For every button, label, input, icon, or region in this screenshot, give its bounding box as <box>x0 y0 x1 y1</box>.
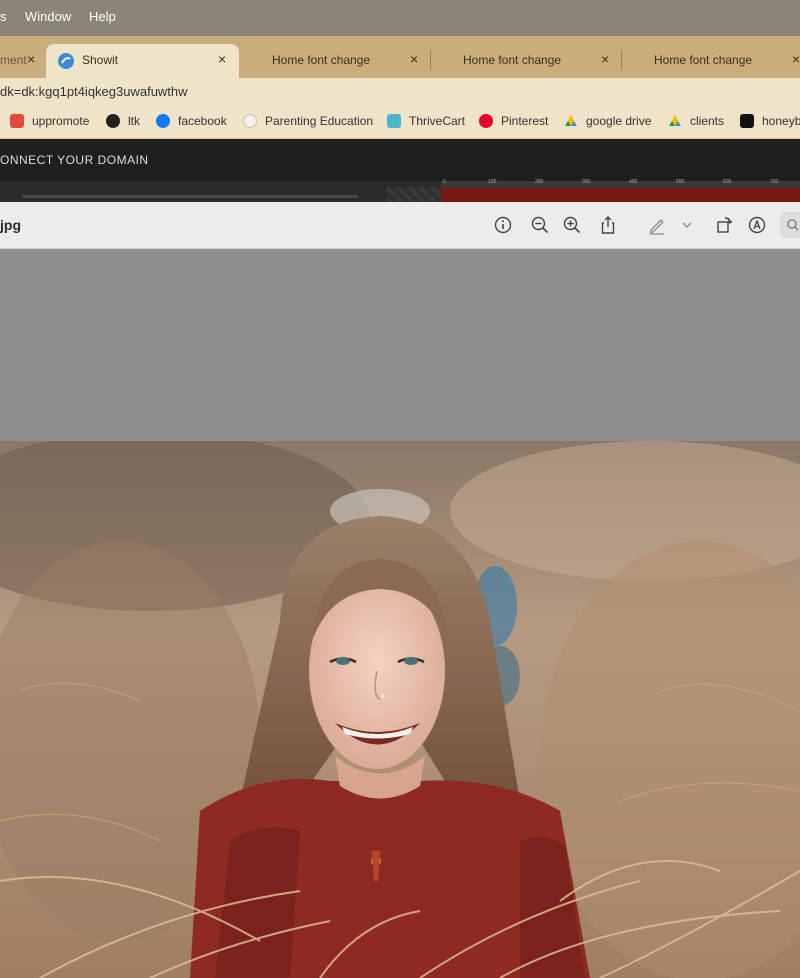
ltk-icon <box>106 114 120 128</box>
tab-label: Showit <box>82 53 119 67</box>
pinterest-icon <box>479 114 493 128</box>
connect-domain-link[interactable]: ONNECT YOUR DOMAIN <box>0 153 149 167</box>
tab-strip: ment × Showit × Home font change × Home … <box>0 36 800 78</box>
honeybook-icon <box>740 114 754 128</box>
bookmark-label: ltk <box>128 114 140 128</box>
bookmarks-bar: uppromote ltk facebook Parenting Educati… <box>0 106 800 139</box>
uppromote-icon <box>10 114 24 128</box>
zoom-in-icon[interactable] <box>561 214 583 236</box>
tab-label: ment <box>0 53 27 67</box>
info-icon[interactable] <box>492 214 514 236</box>
tab-partial[interactable]: ment × <box>0 44 46 78</box>
ruler-tick: 400 <box>629 179 638 185</box>
google-drive-icon <box>668 114 682 128</box>
portrait-photo <box>0 441 800 978</box>
ruler-tick: 500 <box>676 179 685 185</box>
canvas-preview <box>441 188 800 202</box>
ruler-tick: 700 <box>770 179 779 185</box>
tab-label: Home font change <box>272 53 371 67</box>
preview-background <box>0 249 800 441</box>
checkerboard <box>387 187 441 202</box>
share-icon[interactable] <box>597 214 619 236</box>
tab-close-icon[interactable]: × <box>410 51 418 67</box>
thrivecart-icon <box>387 114 401 128</box>
google-drive-icon <box>564 114 578 128</box>
bookmark-label: uppromote <box>32 114 90 128</box>
bookmark-label: honeyb <box>762 114 800 128</box>
canvas-strip: 0 100 200 300 400 500 600 700 <box>0 179 800 202</box>
bookmark-label: clients <box>690 114 725 128</box>
menu-item-partial[interactable]: s <box>0 9 7 24</box>
tab-close-icon[interactable]: × <box>27 51 35 67</box>
annotate-icon[interactable] <box>746 214 768 236</box>
tab-separator <box>621 50 622 70</box>
menu-bar: s Window Help <box>0 0 800 36</box>
preview-toolbar: jpg <box>0 202 800 249</box>
ruler-tick: 0 <box>443 179 446 185</box>
address-bar[interactable]: dk=dk:kgq1pt4iqkeg3uwafuwthw <box>0 78 800 106</box>
chevron-down-icon[interactable] <box>679 214 695 236</box>
tab-home-font-change[interactable]: Home font change × <box>640 44 800 78</box>
markup-pen-icon[interactable] <box>646 214 668 236</box>
ruler-tick: 600 <box>723 179 732 185</box>
tab-home-font-change[interactable]: Home font change × <box>258 44 428 78</box>
menu-item-window[interactable]: Window <box>25 9 71 24</box>
rotate-icon[interactable] <box>713 214 735 236</box>
tab-close-icon[interactable]: × <box>792 51 800 67</box>
parenting-education-icon <box>243 114 257 128</box>
tab-home-font-change[interactable]: Home font change × <box>449 44 619 78</box>
tab-close-icon[interactable]: × <box>601 51 609 67</box>
app-header: ONNECT YOUR DOMAIN <box>0 139 800 181</box>
bookmark-label: google drive <box>586 114 652 128</box>
tab-label: Home font change <box>463 53 562 67</box>
menu-item-help[interactable]: Help <box>89 9 116 24</box>
ruler-tick: 100 <box>488 179 497 185</box>
url-text[interactable]: dk=dk:kgq1pt4iqkeg3uwafuwthw <box>0 84 188 99</box>
file-name: jpg <box>0 217 21 233</box>
facebook-icon <box>156 114 170 128</box>
bookmark-label: ThriveCart <box>409 114 466 128</box>
ruler-tick: 200 <box>535 179 544 185</box>
search-icon <box>786 218 800 237</box>
panel-bar <box>22 195 358 198</box>
bookmark-label: Pinterest <box>501 114 549 128</box>
ruler-tick: 300 <box>582 179 591 185</box>
showit-icon <box>58 53 74 69</box>
bookmark-label: Parenting Education <box>265 114 374 128</box>
zoom-out-icon[interactable] <box>529 214 551 236</box>
ruler: 0 100 200 300 400 500 600 700 <box>441 179 800 188</box>
tab-showit[interactable]: Showit × <box>46 44 239 78</box>
bookmark-label: facebook <box>178 114 227 128</box>
tab-separator <box>430 50 431 70</box>
search-field[interactable] <box>780 212 800 238</box>
tab-close-icon[interactable]: × <box>218 51 226 67</box>
tab-label: Home font change <box>654 53 753 67</box>
